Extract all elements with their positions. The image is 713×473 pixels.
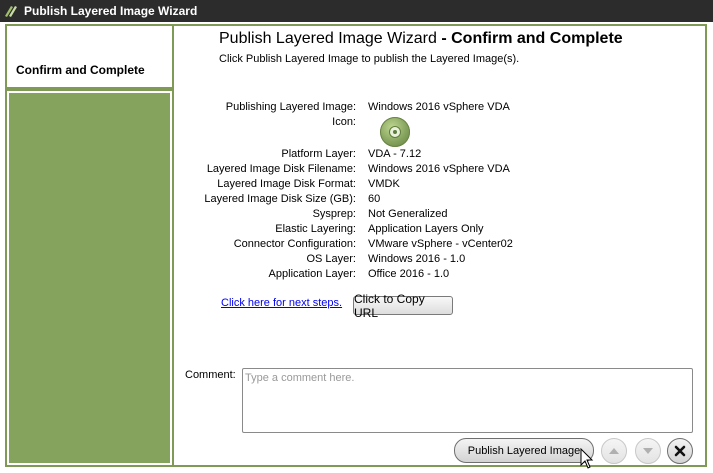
comment-input[interactable] <box>242 368 693 433</box>
mouse-cursor-icon <box>580 448 594 469</box>
previous-button[interactable] <box>601 438 627 464</box>
summary-label: Application Layer: <box>268 268 356 280</box>
summary-value: 60 <box>368 193 381 205</box>
summary-label: Elastic Layering: <box>275 223 356 235</box>
step-tab-confirm-and-complete[interactable]: Confirm and Complete <box>7 26 174 88</box>
disc-icon <box>380 117 410 147</box>
summary-label: Layered Image Disk Filename: <box>206 163 356 175</box>
summary-label: OS Layer: <box>306 253 356 265</box>
page-title-text: Publish Layered Image Wizard <box>219 30 437 47</box>
page-subtitle: Click Publish Layered Image to publish t… <box>219 53 520 65</box>
summary-label: Sysprep: <box>312 208 356 220</box>
summary-value: Not Generalized <box>368 208 448 220</box>
disc-icon-hole <box>393 130 397 134</box>
summary-value: Windows 2016 vSphere VDA <box>368 163 510 175</box>
summary-value: Office 2016 - 1.0 <box>368 268 450 280</box>
comment-label: Comment: <box>185 369 236 381</box>
summary-row-os: OS Layer: Windows 2016 - 1.0 <box>180 253 465 268</box>
summary-row-publishing: Publishing Layered Image: Windows 2016 v… <box>180 101 510 116</box>
citrix-app-layering-icon <box>5 6 17 17</box>
summary-value: Application Layers Only <box>368 223 484 235</box>
summary-value: VDA - 7.12 <box>368 148 422 160</box>
summary-label: Layered Image Disk Size (GB): <box>204 193 356 205</box>
summary-row-filename: Layered Image Disk Filename: Windows 201… <box>180 163 510 178</box>
summary-row-platform: Platform Layer: VDA - 7.12 <box>180 148 421 163</box>
next-button[interactable] <box>635 438 661 464</box>
summary-value: Windows 2016 vSphere VDA <box>368 101 510 113</box>
summary-label: Publishing Layered Image: <box>225 101 356 113</box>
window-title: Publish Layered Image Wizard <box>24 4 198 18</box>
arrow-down-icon <box>643 448 653 454</box>
window-titlebar: Publish Layered Image Wizard <box>0 0 713 22</box>
summary-row-icon: Icon: <box>180 116 368 131</box>
summary-label: Icon: <box>332 116 356 128</box>
summary-label: Layered Image Disk Format: <box>217 178 356 190</box>
arrow-up-icon <box>609 448 619 454</box>
summary-row-connector: Connector Configuration: VMware vSphere … <box>180 238 513 253</box>
sidebar-panel <box>5 89 174 467</box>
publish-layered-image-button[interactable]: Publish Layered Image <box>454 438 594 463</box>
step-tab-label: Confirm and Complete <box>16 63 145 77</box>
summary-value: VMware vSphere - vCenter02 <box>368 238 513 250</box>
close-button[interactable] <box>667 438 693 464</box>
sidebar-fill <box>9 93 170 463</box>
summary-row-format: Layered Image Disk Format: VMDK <box>180 178 400 193</box>
summary-value: VMDK <box>368 178 400 190</box>
copy-url-button[interactable]: Click to Copy URL <box>353 292 453 320</box>
page-title: Publish Layered Image Wizard - Confirm a… <box>219 30 623 48</box>
page-title-step: - Confirm and Complete <box>436 30 623 47</box>
next-steps-link[interactable]: Click here for next steps. <box>221 297 342 309</box>
close-icon <box>674 445 686 457</box>
summary-label: Connector Configuration: <box>233 238 356 250</box>
summary-value: Windows 2016 - 1.0 <box>368 253 466 265</box>
summary-row-elastic: Elastic Layering: Application Layers Onl… <box>180 223 484 238</box>
summary-row-application: Application Layer: Office 2016 - 1.0 <box>180 268 450 283</box>
summary-label: Platform Layer: <box>281 148 356 160</box>
summary-row-size: Layered Image Disk Size (GB): 60 <box>180 193 380 208</box>
summary-row-sysprep: Sysprep: Not Generalized <box>180 208 448 223</box>
